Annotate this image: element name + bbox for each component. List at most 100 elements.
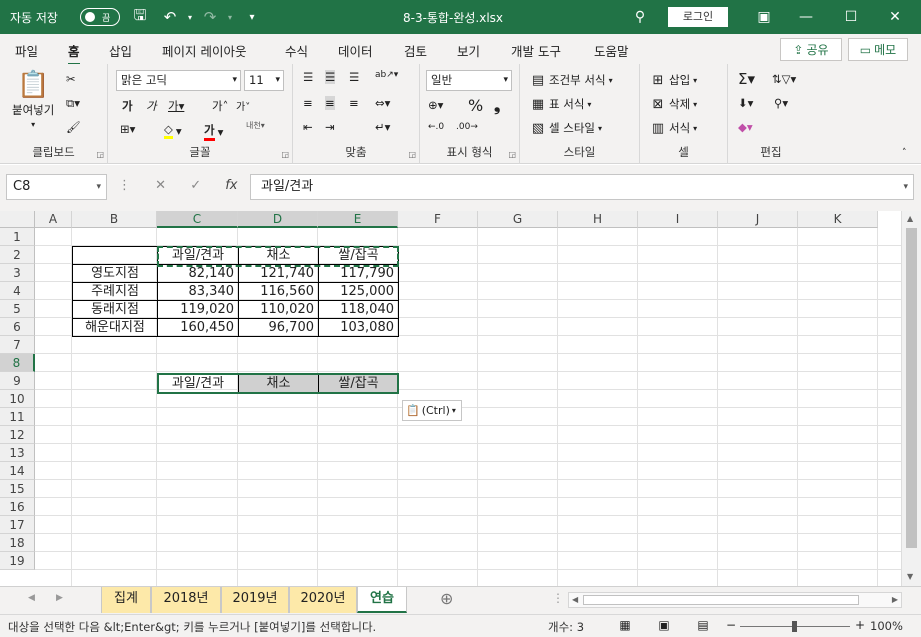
- increase-decimal-icon[interactable]: ←.0: [428, 122, 444, 132]
- redo-icon[interactable]: ↷: [200, 7, 220, 27]
- sheet-tab[interactable]: 2020년: [289, 587, 357, 613]
- phonetic-icon[interactable]: 내천▾: [246, 120, 265, 131]
- clear-icon[interactable]: ◆▾: [738, 120, 753, 134]
- login-button[interactable]: 로그인: [668, 7, 728, 27]
- formula-input[interactable]: 과일/견과 ▾: [250, 174, 914, 200]
- scroll-up-icon[interactable]: ▲: [907, 214, 913, 223]
- scroll-thumb[interactable]: [583, 595, 859, 605]
- share-button[interactable]: ⇪ 공유: [780, 38, 842, 61]
- fill-color-icon[interactable]: ◇ ▾: [164, 122, 182, 139]
- next-sheet-icon[interactable]: ▶: [56, 593, 63, 603]
- cell[interactable]: 주례지점: [72, 282, 158, 301]
- tab-page-layout[interactable]: 페이지 레이아웃: [162, 41, 246, 60]
- format-cells-button[interactable]: ▥ 서식 ▾: [650, 120, 697, 136]
- column-header[interactable]: I: [638, 211, 718, 228]
- tab-formulas[interactable]: 수식: [285, 41, 308, 60]
- undo-icon[interactable]: ↶: [160, 7, 180, 27]
- tab-home[interactable]: 홈: [68, 41, 80, 66]
- row-header[interactable]: 18: [0, 534, 35, 552]
- memo-button[interactable]: ▭ 메모: [848, 38, 908, 61]
- insert-cells-button[interactable]: ⊞ 삽입 ▾: [650, 72, 698, 88]
- tab-developer[interactable]: 개발 도구: [511, 41, 561, 60]
- sheet-tab[interactable]: 집계: [101, 587, 151, 613]
- row-header[interactable]: 15: [0, 480, 35, 498]
- paste-button[interactable]: 📋 붙여넣기 ▾: [12, 70, 54, 129]
- number-format-select[interactable]: 일반 ▾: [426, 70, 512, 91]
- scroll-thumb[interactable]: [906, 228, 917, 548]
- save-icon[interactable]: 🖫: [130, 6, 150, 27]
- sheet-tab[interactable]: 2019년: [221, 587, 289, 613]
- row-header[interactable]: 5: [0, 300, 35, 318]
- align-right-icon[interactable]: ≡: [349, 96, 359, 110]
- minimize-icon[interactable]: —: [794, 5, 818, 29]
- zoom-out-icon[interactable]: −: [723, 618, 739, 634]
- cell[interactable]: 110,020: [238, 300, 319, 319]
- column-header[interactable]: C: [157, 211, 238, 228]
- cut-icon[interactable]: ✂: [66, 72, 76, 86]
- sheet-tab[interactable]: 2018년: [151, 587, 221, 613]
- decrease-decimal-icon[interactable]: .00→: [456, 122, 478, 132]
- cell[interactable]: 해운대지점: [72, 318, 158, 337]
- wrap-text-icon[interactable]: ↵▾: [375, 120, 390, 134]
- zoom-level[interactable]: 100%: [870, 619, 903, 633]
- column-header[interactable]: D: [238, 211, 318, 228]
- column-header[interactable]: H: [558, 211, 638, 228]
- scroll-down-icon[interactable]: ▼: [907, 572, 913, 581]
- grow-font-icon[interactable]: 가˄: [212, 98, 228, 114]
- close-icon[interactable]: ✕: [883, 5, 907, 29]
- align-left-icon[interactable]: ≡: [303, 96, 313, 110]
- column-header[interactable]: A: [35, 211, 72, 228]
- row-header[interactable]: 1: [0, 228, 35, 246]
- cell[interactable]: 영도지점: [72, 264, 158, 283]
- comma-icon[interactable]: ❟: [494, 96, 500, 116]
- normal-view-icon[interactable]: ▦: [617, 618, 633, 634]
- conditional-format-button[interactable]: ▤ 조건부 서식 ▾: [530, 72, 613, 88]
- row-header[interactable]: 3: [0, 264, 35, 282]
- name-box[interactable]: C8 ▾: [6, 174, 107, 200]
- clipboard-launcher-icon[interactable]: ◲: [96, 150, 104, 159]
- font-size-select[interactable]: 11 ▾: [244, 70, 284, 91]
- column-header[interactable]: K: [798, 211, 878, 228]
- align-bottom-icon[interactable]: ☰: [349, 70, 359, 84]
- row-header[interactable]: 7: [0, 336, 35, 354]
- sheet-tab-active[interactable]: 연습: [357, 587, 407, 613]
- collapse-ribbon-icon[interactable]: ˄: [902, 148, 907, 158]
- increase-indent-icon[interactable]: ⇥: [325, 120, 335, 134]
- format-painter-icon[interactable]: 🖌: [66, 120, 81, 134]
- page-break-view-icon[interactable]: ▤: [695, 618, 711, 634]
- align-middle-icon[interactable]: ☰: [325, 70, 336, 84]
- autosum-icon[interactable]: Σ▾: [738, 70, 755, 88]
- number-launcher-icon[interactable]: ◲: [508, 150, 516, 159]
- decrease-indent-icon[interactable]: ⇤: [303, 120, 313, 134]
- autosave-toggle[interactable]: 끔: [80, 8, 120, 26]
- underline-icon[interactable]: 가▾: [168, 98, 184, 114]
- merge-icon[interactable]: ⇔▾: [375, 96, 390, 110]
- row-header[interactable]: 16: [0, 498, 35, 516]
- row-header[interactable]: 8: [0, 354, 35, 372]
- sort-filter-icon[interactable]: ⇅▽▾: [772, 72, 796, 86]
- shrink-font-icon[interactable]: 가˅: [236, 98, 250, 113]
- row-header[interactable]: 12: [0, 426, 35, 444]
- insert-function-icon[interactable]: fx: [225, 178, 237, 193]
- ribbon-display-icon[interactable]: ▣: [752, 5, 776, 29]
- font-name-select[interactable]: 맑은 고딕 ▾: [116, 70, 241, 91]
- cell[interactable]: 160,450: [157, 318, 239, 337]
- vertical-scrollbar[interactable]: ▲ ▼: [901, 211, 921, 586]
- format-as-table-button[interactable]: ▦ 표 서식 ▾: [530, 96, 592, 112]
- row-header[interactable]: 2: [0, 246, 35, 264]
- column-header[interactable]: E: [318, 211, 398, 228]
- row-header[interactable]: 17: [0, 516, 35, 534]
- paste-options-button[interactable]: 📋 (Ctrl) ▾: [402, 400, 462, 421]
- column-header[interactable]: F: [398, 211, 478, 228]
- cell[interactable]: 116,560: [238, 282, 319, 301]
- search-icon[interactable]: ⚲: [628, 5, 652, 29]
- cell[interactable]: 103,080: [318, 318, 399, 337]
- maximize-icon[interactable]: ☐: [839, 5, 863, 29]
- percent-icon[interactable]: %: [468, 96, 483, 115]
- column-header[interactable]: B: [72, 211, 157, 228]
- column-header[interactable]: J: [718, 211, 798, 228]
- tab-data[interactable]: 데이터: [338, 41, 373, 60]
- fill-icon[interactable]: ⬇▾: [738, 96, 753, 110]
- zoom-slider-knob[interactable]: [792, 621, 797, 632]
- cell[interactable]: [72, 246, 158, 265]
